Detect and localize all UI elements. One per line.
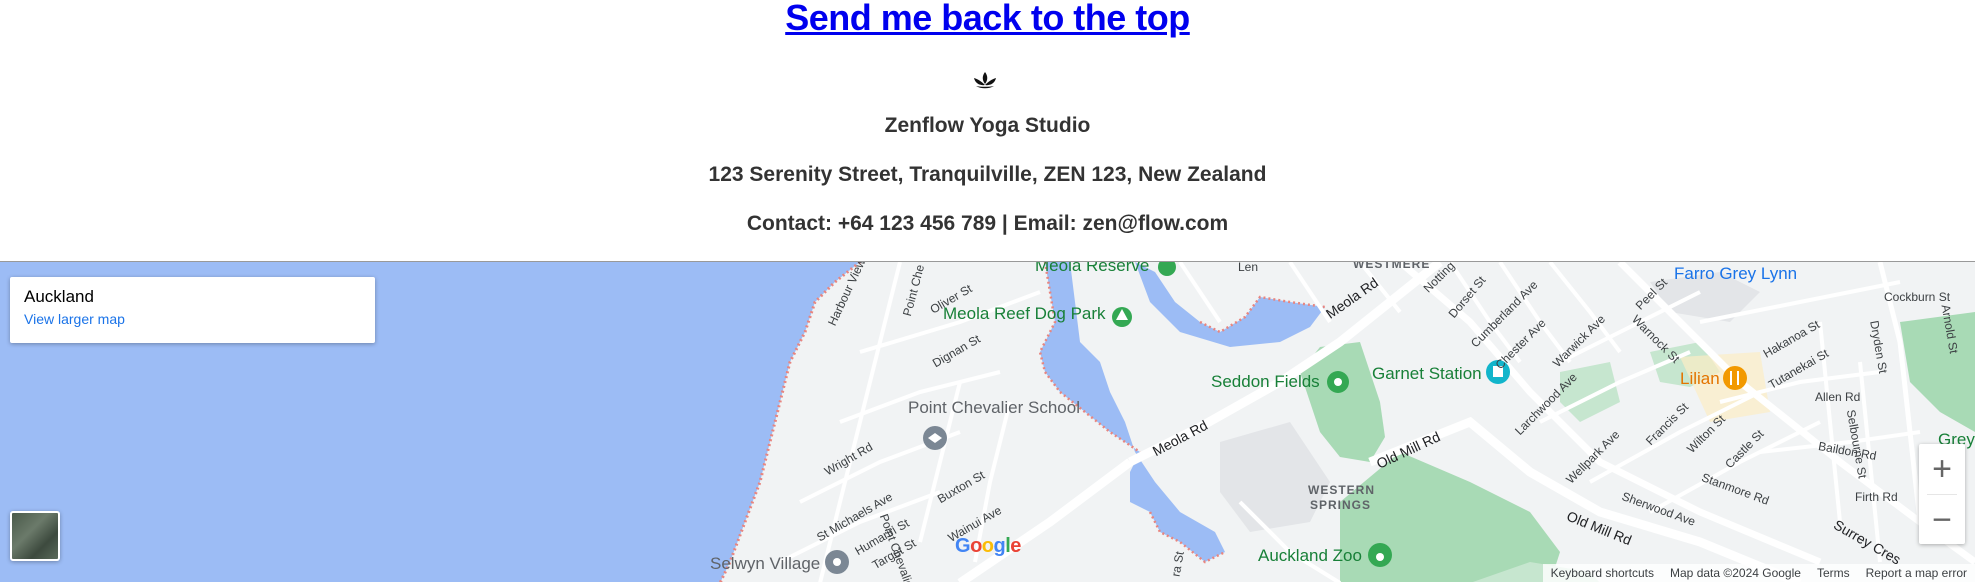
- place-name: Auckland: [24, 287, 94, 306]
- street-len: Len: [1238, 261, 1259, 274]
- label-garnet-station[interactable]: Garnet Station: [1372, 364, 1482, 384]
- map-attribution: Keyboard shortcuts Map data ©2024 Google…: [1542, 564, 1975, 582]
- label-western-springs-1: WESTERN: [1308, 483, 1375, 497]
- label-selwyn-village[interactable]: Selwyn Village: [710, 554, 820, 574]
- keyboard-shortcuts-link[interactable]: Keyboard shortcuts: [1551, 566, 1654, 580]
- satellite-toggle-button[interactable]: [10, 511, 60, 561]
- pin-meola-reserve: [1158, 262, 1176, 276]
- zoom-in-button[interactable]: +: [1919, 444, 1965, 494]
- lotus-icon: [974, 72, 996, 89]
- google-logo: Google: [955, 535, 1021, 557]
- map-data-text: Map data ©2024 Google: [1670, 566, 1801, 580]
- label-auckland-zoo[interactable]: Auckland Zoo: [1258, 546, 1362, 566]
- pin-school: [923, 426, 947, 450]
- place-card: Auckland View larger map: [10, 277, 375, 343]
- studio-name: Zenflow Yoga Studio: [884, 114, 1091, 137]
- label-meola-reserve[interactable]: Meola Reserve: [1035, 262, 1149, 276]
- embedded-map[interactable]: Meola Reserve Meola Reef Dog Park Point …: [0, 261, 1975, 582]
- back-to-top-link[interactable]: Send me back to the top: [785, 0, 1190, 38]
- label-point-chevalier-school[interactable]: Point Chevalier School: [908, 398, 1080, 418]
- zoom-out-button[interactable]: −: [1919, 495, 1965, 545]
- view-larger-map-link[interactable]: View larger map: [24, 311, 125, 327]
- studio-contact: Contact: +64 123 456 789 | Email: zen@fl…: [746, 212, 1229, 235]
- footer: Send me back to the top Zenflow Yoga Stu…: [0, 0, 1975, 261]
- pin-seddon: [1327, 371, 1349, 393]
- label-seddon-fields[interactable]: Seddon Fields: [1211, 372, 1320, 392]
- report-map-error-link[interactable]: Report a map error: [1866, 566, 1967, 580]
- label-western-springs-2: SPRINGS: [1310, 498, 1372, 512]
- label-lilian[interactable]: Lilian: [1680, 369, 1720, 389]
- pin-lilian: [1723, 366, 1747, 390]
- terms-link[interactable]: Terms: [1817, 566, 1850, 580]
- back-to-top-container: Send me back to the top: [0, 0, 1975, 36]
- street-cockburn-st: Cockburn St: [1884, 290, 1951, 304]
- pin-dog-park: [1112, 307, 1132, 327]
- street-firth-rd: Firth Rd: [1855, 490, 1898, 504]
- studio-address: 123 Serenity Street, Tranquilville, ZEN …: [708, 163, 1267, 186]
- zoom-controls: + −: [1919, 444, 1965, 544]
- label-westmere: WESTMERE: [1353, 261, 1431, 271]
- label-farro-grey-lynn[interactable]: Farro Grey Lynn: [1674, 264, 1797, 284]
- pin-zoo: [1368, 543, 1392, 567]
- street-allen-rd: Allen Rd: [1815, 390, 1861, 404]
- label-meola-reef-dog-park[interactable]: Meola Reef Dog Park: [943, 304, 1106, 324]
- pin-selwyn: [825, 550, 849, 574]
